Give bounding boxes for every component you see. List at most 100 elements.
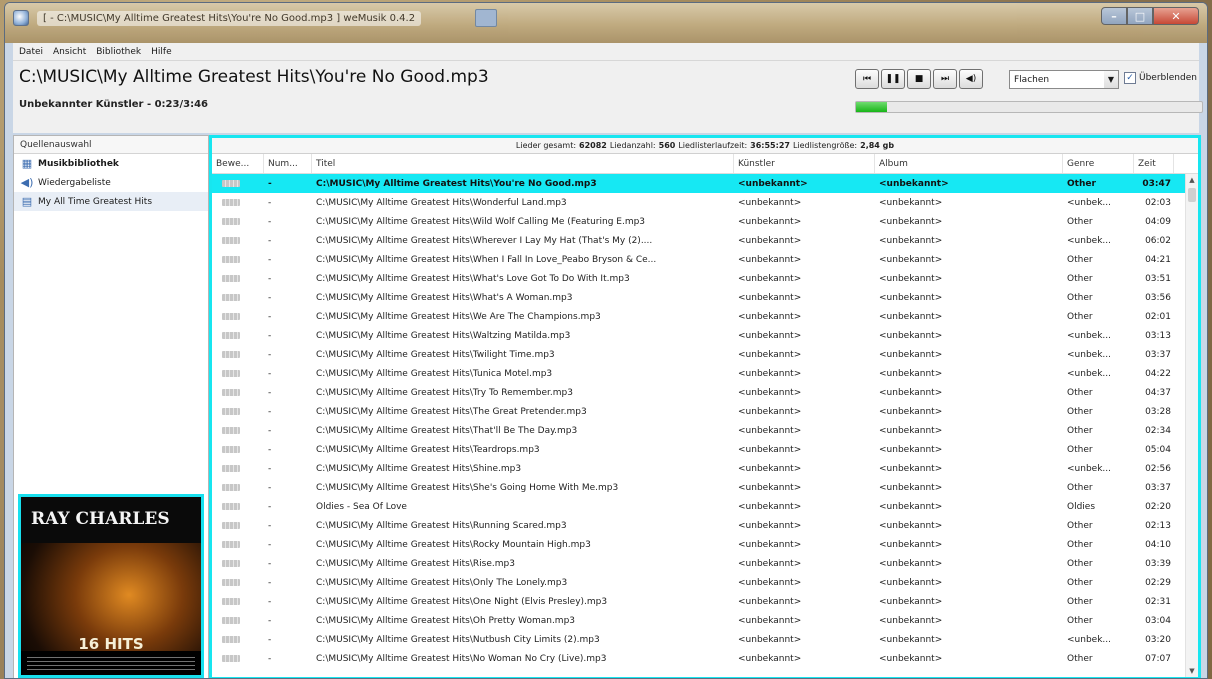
column-number[interactable]: Num... bbox=[264, 154, 312, 173]
table-row[interactable]: - C:\MUSIC\My Alltime Greatest Hits\When … bbox=[212, 250, 1198, 269]
source-item-library[interactable]: ▦ Musikbibliothek bbox=[14, 154, 208, 173]
table-row[interactable]: - C:\MUSIC\My Alltime Greatest Hits\What'… bbox=[212, 288, 1198, 307]
cell-rating[interactable] bbox=[212, 294, 264, 301]
crossfade-checkbox[interactable]: ✓ bbox=[1124, 72, 1136, 84]
crossfade-toggle[interactable]: ✓ Überblenden bbox=[1124, 72, 1197, 84]
menu-hilfe[interactable]: Hilfe bbox=[151, 47, 171, 57]
cell-genre: Other bbox=[1067, 444, 1093, 455]
table-row[interactable]: - C:\MUSIC\My Alltime Greatest Hits\One N… bbox=[212, 592, 1198, 611]
table-row[interactable]: - C:\MUSIC\My Alltime Greatest Hits\The G… bbox=[212, 402, 1198, 421]
cell-rating[interactable] bbox=[212, 465, 264, 472]
table-row[interactable]: - C:\MUSIC\My Alltime Greatest Hits\She's… bbox=[212, 478, 1198, 497]
table-row[interactable]: - C:\MUSIC\My Alltime Greatest Hits\Waltz… bbox=[212, 326, 1198, 345]
cell-rating[interactable] bbox=[212, 313, 264, 320]
cell-rating[interactable] bbox=[212, 370, 264, 377]
title-tab-icon bbox=[475, 9, 497, 27]
prev-button[interactable]: ⏮ bbox=[855, 69, 879, 89]
table-row[interactable]: - C:\MUSIC\My Alltime Greatest Hits\What'… bbox=[212, 269, 1198, 288]
cell-rating[interactable] bbox=[212, 579, 264, 586]
column-time[interactable]: Zeit bbox=[1134, 154, 1174, 173]
cell-rating[interactable] bbox=[212, 408, 264, 415]
pause-button[interactable]: ❚❚ bbox=[881, 69, 905, 89]
table-row[interactable]: - C:\MUSIC\My Alltime Greatest Hits\Try T… bbox=[212, 383, 1198, 402]
cell-time: 02:01 bbox=[1145, 311, 1171, 322]
cell-rating[interactable] bbox=[212, 332, 264, 339]
cell-rating[interactable] bbox=[212, 522, 264, 529]
cell-rating[interactable] bbox=[212, 598, 264, 605]
playback-mode-select[interactable]: Flachen ▼ bbox=[1009, 70, 1119, 89]
next-button[interactable]: ⏭ bbox=[933, 69, 957, 89]
cell-rating[interactable] bbox=[212, 237, 264, 244]
cell-rating[interactable] bbox=[212, 275, 264, 282]
source-item-playlist[interactable]: ◀) Wiedergabeliste bbox=[14, 173, 208, 192]
stop-button[interactable]: ■ bbox=[907, 69, 931, 89]
cell-genre: Other bbox=[1067, 653, 1093, 664]
cell-rating[interactable] bbox=[212, 180, 264, 187]
cell-number: - bbox=[268, 520, 272, 531]
table-row[interactable]: - Oldies - Sea Of Love <unbekannt> <unbekan… bbox=[212, 497, 1198, 516]
cell-rating[interactable] bbox=[212, 446, 264, 453]
cell-rating[interactable] bbox=[212, 560, 264, 567]
cell-time: 07:07 bbox=[1145, 653, 1171, 664]
table-row[interactable]: - C:\MUSIC\My Alltime Greatest Hits\Where… bbox=[212, 231, 1198, 250]
cell-rating[interactable] bbox=[212, 617, 264, 624]
maximize-button[interactable]: □ bbox=[1127, 7, 1153, 25]
cell-rating[interactable] bbox=[212, 484, 264, 491]
scrollbar[interactable]: ▲ ▼ bbox=[1185, 174, 1198, 677]
rating-stars-icon bbox=[222, 218, 240, 225]
table-row[interactable]: - C:\MUSIC\My Alltime Greatest Hits\Only … bbox=[212, 573, 1198, 592]
table-row[interactable]: - C:\MUSIC\My Alltime Greatest Hits\Wonde… bbox=[212, 193, 1198, 212]
cell-rating[interactable] bbox=[212, 503, 264, 510]
cell-title: C:\MUSIC\My Alltime Greatest Hits\No Wom… bbox=[316, 653, 607, 664]
cell-rating[interactable] bbox=[212, 541, 264, 548]
column-title[interactable]: Titel bbox=[312, 154, 734, 173]
table-row[interactable]: - C:\MUSIC\My Alltime Greatest Hits\That'… bbox=[212, 421, 1198, 440]
source-item-greatest-hits[interactable]: ▤ My All Time Greatest Hits bbox=[14, 192, 208, 211]
table-row[interactable]: - C:\MUSIC\My Alltime Greatest Hits\Runni… bbox=[212, 516, 1198, 535]
table-row[interactable]: - C:\MUSIC\My Alltime Greatest Hits\We Ar… bbox=[212, 307, 1198, 326]
cell-rating[interactable] bbox=[212, 199, 264, 206]
column-genre[interactable]: Genre bbox=[1063, 154, 1134, 173]
cell-rating[interactable] bbox=[212, 256, 264, 263]
table-row[interactable]: - C:\MUSIC\My Alltime Greatest Hits\Tunic… bbox=[212, 364, 1198, 383]
table-row[interactable]: - C:\MUSIC\My Alltime Greatest Hits\Teard… bbox=[212, 440, 1198, 459]
column-artist[interactable]: Künstler bbox=[734, 154, 875, 173]
table-row[interactable]: - C:\MUSIC\My Alltime Greatest Hits\Rocky… bbox=[212, 535, 1198, 554]
table-row[interactable]: - C:\MUSIC\My Alltime Greatest Hits\Oh Pr… bbox=[212, 611, 1198, 630]
table-row[interactable]: - C:\MUSIC\My Alltime Greatest Hits\No Wo… bbox=[212, 649, 1198, 668]
menu-ansicht[interactable]: Ansicht bbox=[53, 47, 86, 57]
cell-title: C:\MUSIC\My Alltime Greatest Hits\Try To… bbox=[316, 387, 573, 398]
scroll-down-icon[interactable]: ▼ bbox=[1186, 665, 1198, 677]
progress-bar[interactable] bbox=[855, 101, 1203, 113]
cell-rating[interactable] bbox=[212, 351, 264, 358]
cell-time: 04:09 bbox=[1145, 216, 1171, 227]
close-button[interactable]: ✕ bbox=[1153, 7, 1199, 25]
cell-album: <unbekannt> bbox=[879, 273, 943, 284]
cell-rating[interactable] bbox=[212, 636, 264, 643]
volume-button[interactable]: ◀) bbox=[959, 69, 983, 89]
table-row[interactable]: - C:\MUSIC\My Alltime Greatest Hits\Twili… bbox=[212, 345, 1198, 364]
column-album[interactable]: Album bbox=[875, 154, 1063, 173]
cell-rating[interactable] bbox=[212, 218, 264, 225]
cell-album: <unbekannt> bbox=[879, 634, 943, 645]
table-row[interactable]: - C:\MUSIC\My Alltime Greatest Hits\Wild … bbox=[212, 212, 1198, 231]
table-row[interactable]: - C:\MUSIC\My Alltime Greatest Hits\You'r… bbox=[212, 174, 1198, 193]
scroll-up-icon[interactable]: ▲ bbox=[1186, 174, 1198, 186]
cell-rating[interactable] bbox=[212, 389, 264, 396]
minimize-button[interactable]: – bbox=[1101, 7, 1127, 25]
now-playing-path: C:\MUSIC\My Alltime Greatest Hits\You're… bbox=[19, 67, 489, 87]
table-row[interactable]: - C:\MUSIC\My Alltime Greatest Hits\Shine… bbox=[212, 459, 1198, 478]
cell-time: 05:04 bbox=[1145, 444, 1171, 455]
table-row[interactable]: - C:\MUSIC\My Alltime Greatest Hits\Nutbu… bbox=[212, 630, 1198, 649]
cell-number: - bbox=[268, 349, 272, 360]
scroll-thumb[interactable] bbox=[1188, 188, 1196, 202]
cell-rating[interactable] bbox=[212, 427, 264, 434]
table-row[interactable]: - C:\MUSIC\My Alltime Greatest Hits\Rise.… bbox=[212, 554, 1198, 573]
cell-album: <unbekannt> bbox=[879, 349, 943, 360]
column-rating[interactable]: Bewe... bbox=[212, 154, 264, 173]
menu-datei[interactable]: Datei bbox=[19, 47, 43, 57]
menu-bibliothek[interactable]: Bibliothek bbox=[96, 47, 141, 57]
cell-rating[interactable] bbox=[212, 655, 264, 662]
source-item-label: Wiedergabeliste bbox=[38, 177, 111, 188]
cell-genre: Other bbox=[1067, 311, 1093, 322]
